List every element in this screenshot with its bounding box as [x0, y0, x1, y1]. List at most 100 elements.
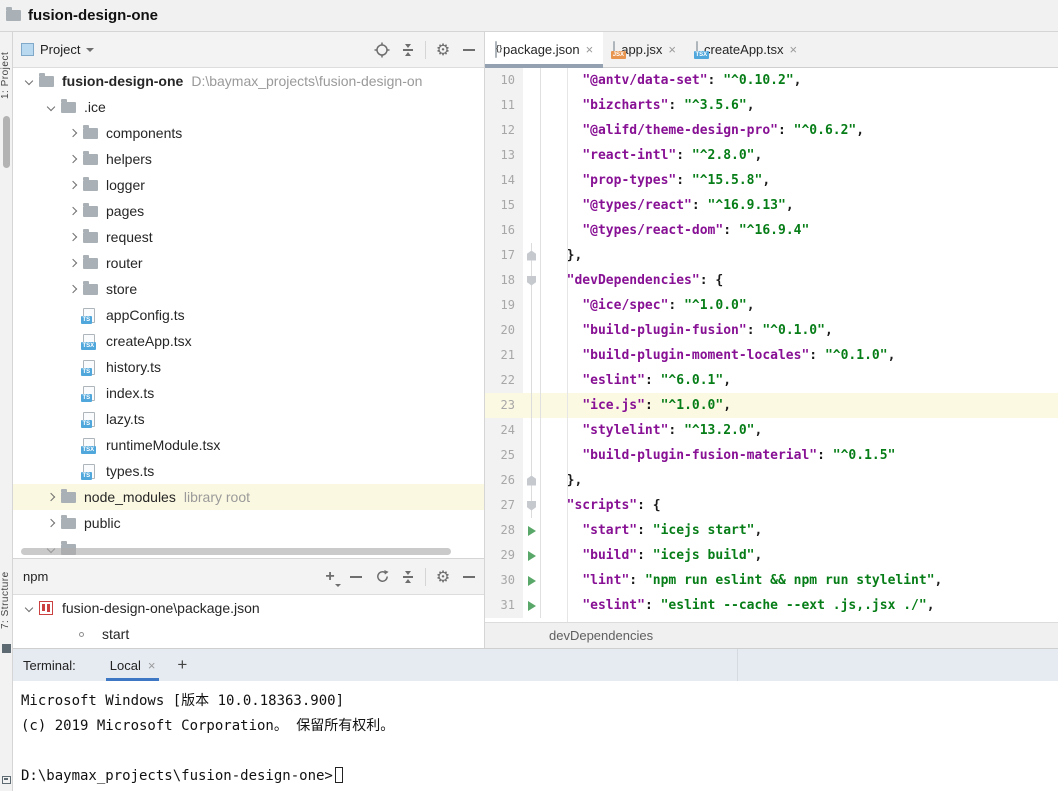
tree-row-node_modules[interactable]: node_moduleslibrary root — [13, 484, 484, 510]
line-number: 13 — [485, 143, 523, 168]
code-text: "devDependencies": { — [541, 268, 1058, 293]
code-editor[interactable]: 10 "@antv/data-set": "^0.10.2",11 "bizch… — [485, 68, 1058, 622]
chevron-right-icon[interactable] — [69, 259, 77, 267]
tree-row-helpers[interactable]: helpers — [13, 146, 484, 172]
tree-row-store[interactable]: store — [13, 276, 484, 302]
ts-file-icon: TS — [83, 360, 95, 375]
tree-row-.ice[interactable]: .ice — [13, 94, 484, 120]
chevron-down-icon[interactable] — [25, 77, 33, 85]
collapse-all-icon[interactable] — [397, 566, 419, 588]
code-line-13: 13 "react-intl": "^2.8.0", — [485, 143, 1058, 168]
stripe-structure-button[interactable]: 7: Structure — [0, 560, 13, 640]
close-icon[interactable]: × — [586, 42, 594, 57]
chevron-down-icon[interactable] — [47, 103, 55, 111]
close-icon[interactable]: × — [148, 658, 156, 673]
code-line-29: 29 "build": "icejs build", — [485, 543, 1058, 568]
chevron-right-icon[interactable] — [69, 233, 77, 241]
terminal-panel: Terminal: Local × + Microsoft Windows [版… — [13, 648, 1058, 791]
tree-row-public[interactable]: public — [13, 510, 484, 536]
chevron-down-icon[interactable] — [25, 604, 33, 612]
tree-row-createApp.tsx[interactable]: TSXcreateApp.tsx — [13, 328, 484, 354]
new-terminal-icon[interactable]: + — [177, 655, 187, 675]
run-script-icon[interactable] — [528, 601, 536, 611]
tree-item-suffix: D:\baymax_projects\fusion-design-on — [191, 73, 422, 89]
chevron-right-icon[interactable] — [47, 493, 55, 501]
terminal-output[interactable]: Microsoft Windows [版本 10.0.18363.900](c)… — [13, 681, 1058, 789]
fold-up-icon[interactable] — [527, 251, 536, 261]
breadcrumb[interactable]: devDependencies — [485, 622, 1058, 648]
code-line-24: 24 "stylelint": "^13.2.0", — [485, 418, 1058, 443]
run-script-icon[interactable] — [528, 551, 536, 561]
remove-script-icon[interactable] — [345, 566, 367, 588]
folder-icon — [61, 492, 76, 503]
tree-item-label: runtimeModule.tsx — [106, 437, 220, 453]
chevron-right-icon[interactable] — [69, 129, 77, 137]
tree-item-label: appConfig.ts — [106, 307, 185, 323]
jsx-badge: JSX — [611, 51, 625, 59]
locate-file-icon[interactable] — [371, 39, 393, 61]
editor-tab-package.json[interactable]: {}package.json× — [485, 32, 603, 67]
settings-gear-icon[interactable]: ⚙ — [432, 566, 454, 588]
chevron-right-icon[interactable] — [69, 181, 77, 189]
npm-script-row-start[interactable]: start — [13, 621, 484, 647]
tsx-badge: TSX — [81, 446, 96, 454]
tree-row-fusion-design-one[interactable]: fusion-design-oneD:\baymax_projects\fusi… — [13, 68, 484, 94]
chevron-cell — [41, 104, 61, 110]
chevron-right-icon[interactable] — [69, 155, 77, 163]
close-icon[interactable]: × — [790, 42, 798, 57]
fold-down-icon[interactable] — [527, 501, 536, 511]
editor-tab-createApp.tsx[interactable]: TSXcreateApp.tsx× — [686, 32, 807, 67]
code-text: "scripts": { — [541, 493, 1058, 518]
run-script-icon[interactable] — [528, 576, 536, 586]
hide-panel-icon[interactable] — [458, 39, 480, 61]
stripe-project-button[interactable]: 1: Project — [0, 40, 13, 110]
tree-row-index.ts[interactable]: TSindex.ts — [13, 380, 484, 406]
chevron-right-icon[interactable] — [69, 207, 77, 215]
tree-row-pages[interactable]: pages — [13, 198, 484, 224]
code-text: "react-intl": "^2.8.0", — [541, 143, 1058, 168]
npm-root-row[interactable]: fusion-design-one\package.json — [13, 595, 484, 621]
tree-row-appConfig.ts[interactable]: TSappConfig.ts — [13, 302, 484, 328]
add-script-icon[interactable]: + — [319, 566, 341, 588]
fold-up-icon[interactable] — [527, 476, 536, 486]
folder-icon — [83, 284, 98, 295]
horizontal-scrollbar[interactable] — [21, 548, 451, 555]
toolwindow-stripe: 1: Project 7: Structure — [0, 32, 13, 791]
line-number: 29 — [485, 543, 523, 568]
folder-icon — [83, 154, 98, 165]
hide-panel-icon[interactable] — [458, 566, 480, 588]
line-number: 22 — [485, 368, 523, 393]
structure-icon[interactable] — [2, 644, 11, 653]
editor-tab-app.jsx[interactable]: JSXapp.jsx× — [603, 32, 686, 67]
fold-down-icon[interactable] — [527, 276, 536, 286]
tree-row-logger[interactable]: logger — [13, 172, 484, 198]
tree-row-types.ts[interactable]: TStypes.ts — [13, 458, 484, 484]
refresh-icon[interactable] — [371, 566, 393, 588]
gutter-marker-cell — [523, 218, 541, 243]
line-number: 31 — [485, 593, 523, 618]
tree-row-components[interactable]: components — [13, 120, 484, 146]
terminal-tab-local[interactable]: Local × — [106, 649, 160, 681]
ts-badge: TS — [81, 472, 92, 480]
run-script-icon[interactable] — [528, 526, 536, 536]
tree-item-label: request — [106, 229, 153, 245]
tree-row-history.ts[interactable]: TShistory.ts — [13, 354, 484, 380]
line-number: 20 — [485, 318, 523, 343]
line-number: 15 — [485, 193, 523, 218]
close-icon[interactable]: × — [668, 42, 676, 57]
project-panel-title[interactable]: Project — [40, 42, 80, 57]
project-dropdown-icon[interactable] — [86, 48, 94, 52]
code-text: "build-plugin-fusion": "^0.1.0", — [541, 318, 1058, 343]
tree-row-runtimeModule.tsx[interactable]: TSX runtimeModule.tsx — [13, 432, 484, 458]
tree-icon-cell — [83, 128, 104, 139]
collapse-all-icon[interactable] — [397, 39, 419, 61]
chevron-right-icon[interactable] — [69, 285, 77, 293]
tree-row-lazy.ts[interactable]: TSlazy.ts — [13, 406, 484, 432]
tree-row-request[interactable]: request — [13, 224, 484, 250]
terminal-stripe-icon[interactable] — [2, 776, 11, 784]
chevron-right-icon[interactable] — [47, 519, 55, 527]
breadcrumb-item[interactable]: devDependencies — [549, 628, 653, 643]
stripe-scroll-thumb[interactable] — [3, 116, 10, 168]
settings-gear-icon[interactable]: ⚙ — [432, 39, 454, 61]
tree-row-router[interactable]: router — [13, 250, 484, 276]
